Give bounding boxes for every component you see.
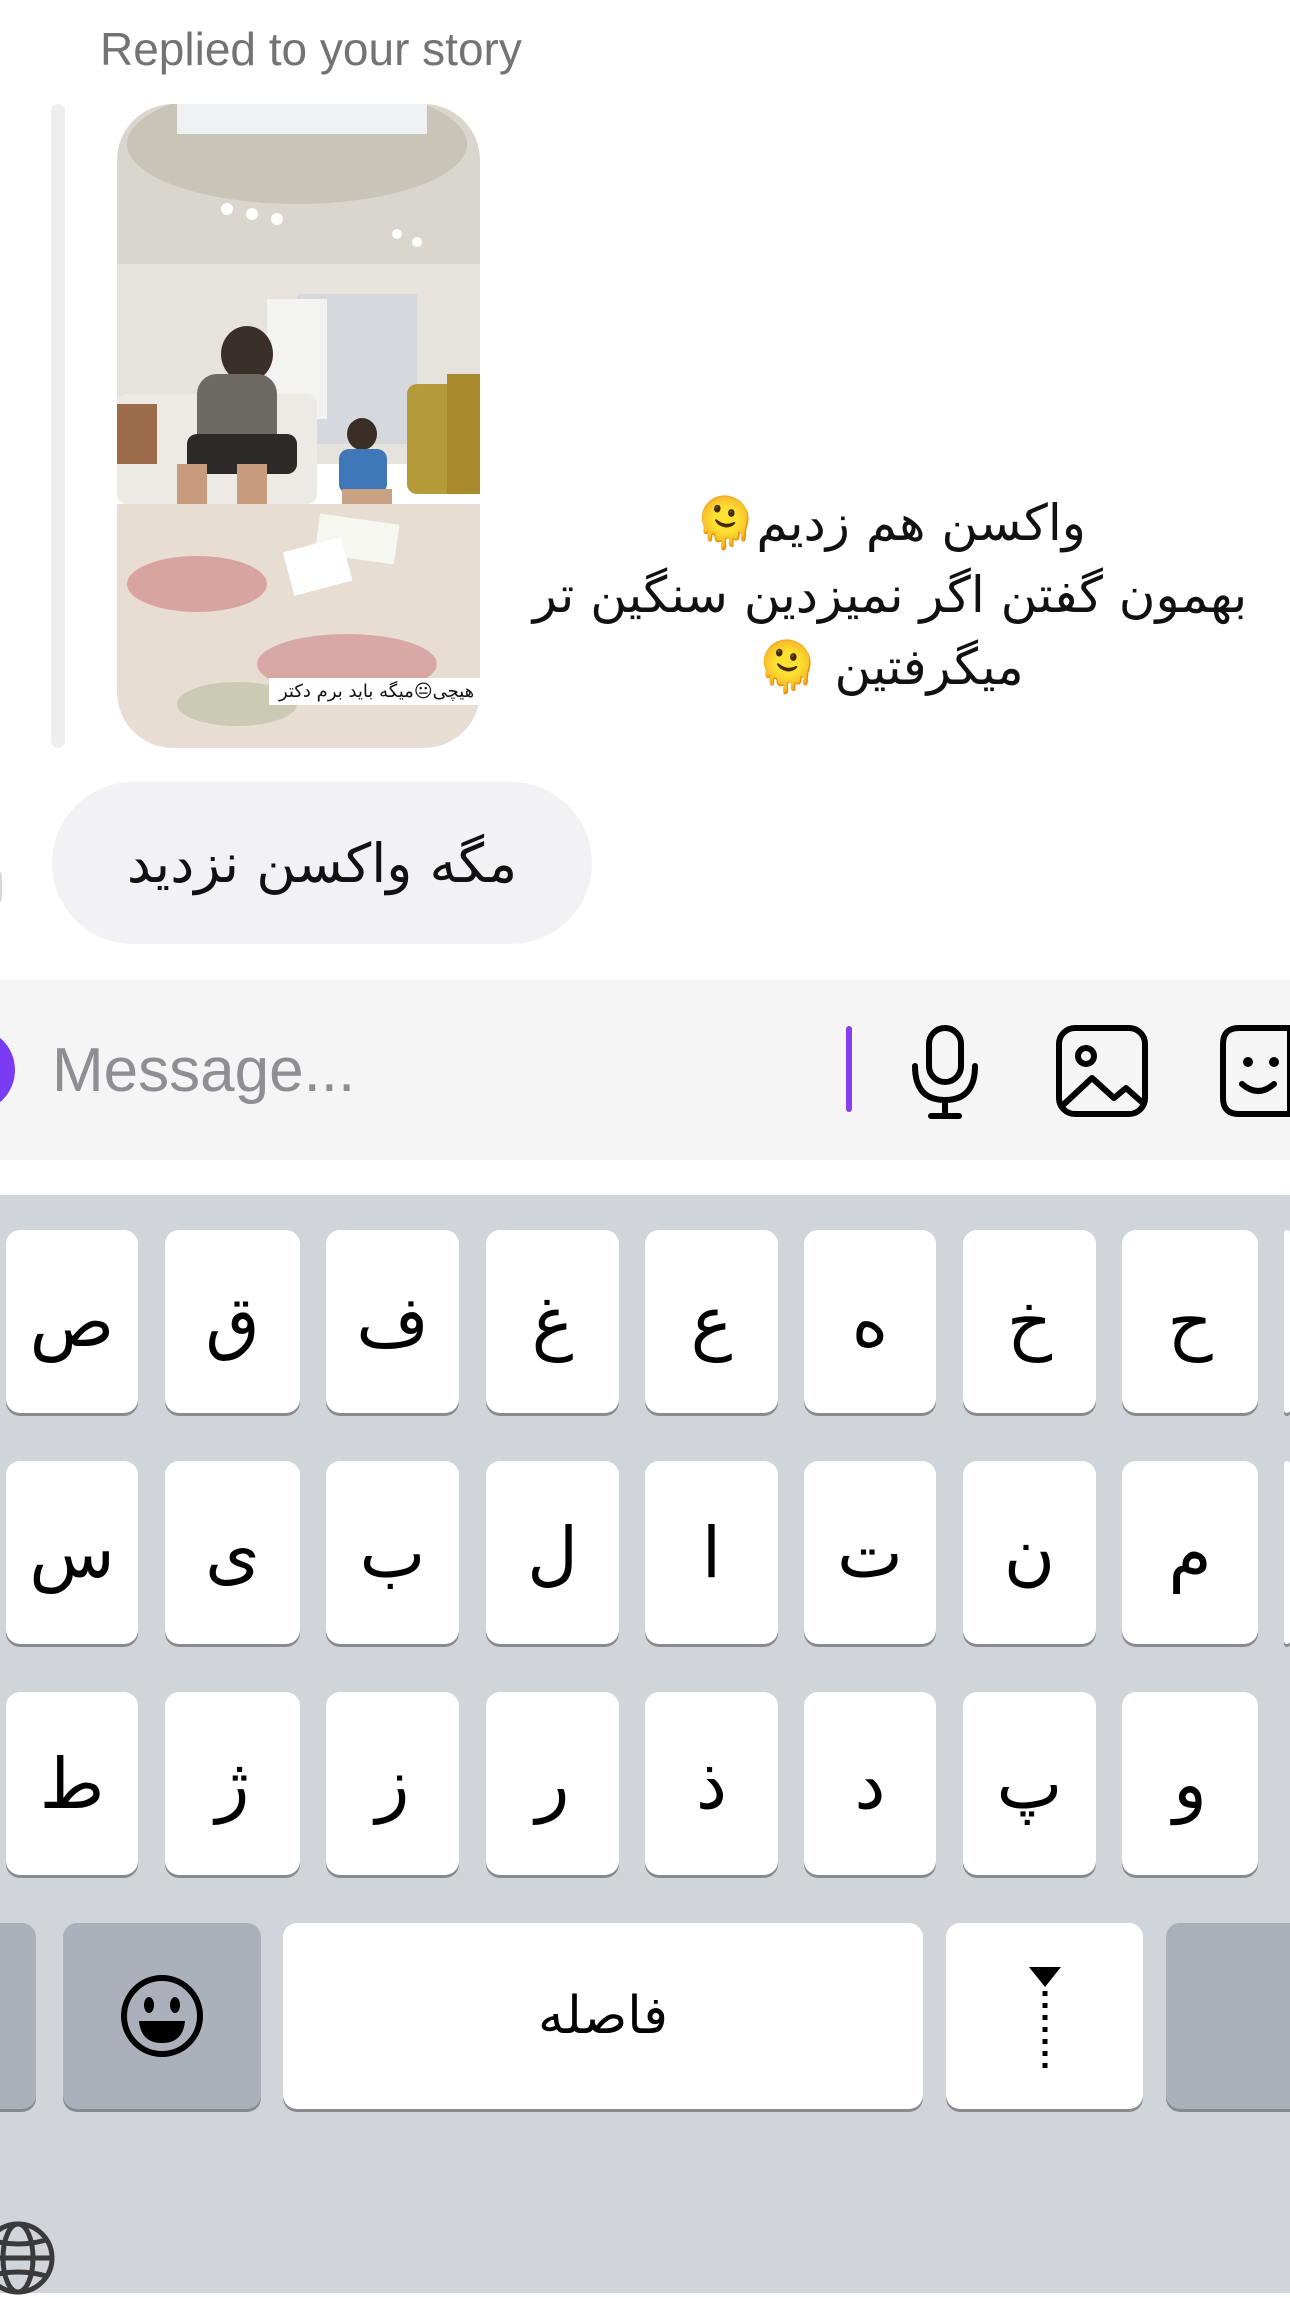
message-bubble[interactable]: مگه واکسن نزدید	[52, 782, 592, 944]
story-reply-text: واکسن هم زدیم🫠 بهمون گفتن اگر نمیزدین سن…	[530, 487, 1250, 703]
story-thumbnail[interactable]: هیچی😐میگه باید برم دکتر	[117, 104, 480, 748]
story-quote-bar	[51, 104, 65, 748]
key[interactable]: ح	[1122, 1230, 1258, 1413]
key[interactable]: و	[1122, 1692, 1258, 1875]
key[interactable]: س	[6, 1461, 138, 1644]
key[interactable]: ت	[804, 1461, 936, 1644]
key-partial[interactable]	[1284, 1230, 1290, 1413]
key[interactable]: ف	[326, 1230, 459, 1413]
story-text-line: واکسن هم زدیم🫠	[694, 494, 1086, 552]
key[interactable]: ق	[165, 1230, 300, 1413]
key[interactable]: ط	[6, 1692, 138, 1875]
zwnj-icon	[1028, 1967, 1061, 2069]
key[interactable]: ل	[486, 1461, 619, 1644]
replied-to-story-label: Replied to your story	[100, 23, 522, 75]
microphone-icon[interactable]	[905, 1020, 985, 1120]
story-photo	[117, 104, 480, 748]
key[interactable]: غ	[486, 1230, 619, 1413]
key[interactable]: ر	[486, 1692, 619, 1875]
key[interactable]: پ	[963, 1692, 1096, 1875]
globe-icon[interactable]	[0, 2218, 58, 2298]
story-text-line: بهمون گفتن اگر نمیزدین سنگین تر	[532, 566, 1248, 624]
zwnj-key[interactable]	[946, 1923, 1143, 2109]
space-key[interactable]: فاصله	[283, 1923, 923, 2109]
story-text-line: میگرفتین 🫠	[756, 638, 1024, 696]
emoji-icon	[121, 1975, 203, 2057]
key[interactable]: م	[1122, 1461, 1258, 1644]
message-input[interactable]	[52, 1030, 812, 1110]
story-caption: هیچی😐میگه باید برم دکتر	[269, 678, 480, 705]
key[interactable]: ژ	[165, 1692, 300, 1875]
key[interactable]: ذ	[645, 1692, 778, 1875]
key[interactable]: ص	[6, 1230, 138, 1413]
key[interactable]: ب	[326, 1461, 459, 1644]
key-partial[interactable]	[1284, 1461, 1290, 1644]
image-icon[interactable]	[1054, 1020, 1150, 1120]
left-edge-indicator	[0, 870, 2, 904]
message-text: مگه واکسن نزدید	[126, 831, 518, 895]
key[interactable]: ع	[645, 1230, 778, 1413]
key[interactable]: ی	[165, 1461, 300, 1644]
key[interactable]: ز	[326, 1692, 459, 1875]
key[interactable]: ا	[645, 1461, 778, 1644]
key[interactable]: ن	[963, 1461, 1096, 1644]
sticker-icon[interactable]	[1218, 1020, 1290, 1120]
key[interactable]: ه	[804, 1230, 936, 1413]
text-caret	[846, 1026, 852, 1112]
key[interactable]: خ	[963, 1230, 1096, 1413]
numbers-key-partial[interactable]	[0, 1923, 36, 2109]
key[interactable]: د	[804, 1692, 936, 1875]
emoji-key[interactable]	[63, 1923, 261, 2109]
return-key-partial[interactable]	[1166, 1923, 1290, 2109]
